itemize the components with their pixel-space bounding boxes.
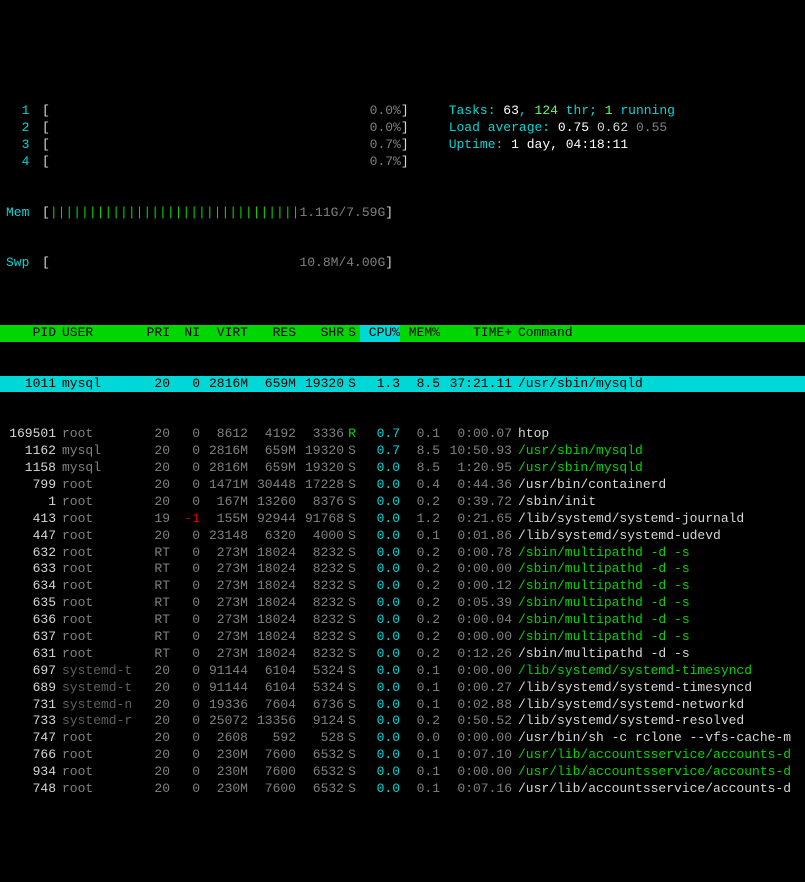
hdr-pid[interactable]: PID: [0, 325, 56, 342]
process-row[interactable]: 631rootRT0273M180248232S0.00.20:12.26/sb…: [0, 646, 805, 663]
info-line-0: Tasks: 63, 124 thr; 1 running: [449, 103, 675, 120]
selected-process-row[interactable]: 1011 mysql 20 0 2816M 659M 19320 S 1.3 8…: [0, 376, 805, 393]
hdr-ni[interactable]: NI: [170, 325, 200, 342]
process-list[interactable]: 169501root200861241923336R0.70.10:00.07h…: [0, 426, 805, 798]
process-row[interactable]: 635rootRT0273M180248232S0.00.20:05.39/sb…: [0, 595, 805, 612]
process-row[interactable]: 633rootRT0273M180248232S0.00.20:00.00/sb…: [0, 561, 805, 578]
process-row[interactable]: 637rootRT0273M180248232S0.00.20:00.00/sb…: [0, 629, 805, 646]
meters-panel: 1[ 0.0%]Tasks: 63, 124 thr; 1 running 2[…: [0, 68, 805, 292]
process-row[interactable]: 1root200167M132608376S0.00.20:39.72/sbin…: [0, 494, 805, 511]
mem-bars: ||||||||||||||||||||||||||||||||: [50, 205, 300, 222]
hdr-user[interactable]: USER: [56, 325, 136, 342]
cpu-3-label: 3: [6, 137, 42, 154]
process-row[interactable]: 636rootRT0273M180248232S0.00.20:00.04/sb…: [0, 612, 805, 629]
swp-used: 10.8M/4.00G: [299, 255, 385, 272]
process-row[interactable]: 1158mysql2002816M659M19320S0.08.51:20.95…: [0, 460, 805, 477]
mem-used: 1.11G/7.59G: [299, 205, 385, 222]
process-row[interactable]: 934root200230M76006532S0.00.10:00.00/usr…: [0, 764, 805, 781]
process-row[interactable]: 634rootRT0273M180248232S0.00.20:00.12/sb…: [0, 578, 805, 595]
hdr-cmd[interactable]: Command: [512, 325, 805, 342]
process-row[interactable]: 689systemd-t2009114461045324S0.00.10:00.…: [0, 680, 805, 697]
hdr-time[interactable]: TIME+: [440, 325, 512, 342]
cpu-4-pct: 0.7%: [370, 154, 401, 171]
column-headers[interactable]: PID USER PRI NI VIRT RES SHR S CPU% MEM%…: [0, 325, 805, 342]
cpu-4-label: 4: [6, 154, 42, 171]
process-row[interactable]: 731systemd-n2001933676046736S0.00.10:02.…: [0, 697, 805, 714]
process-row[interactable]: 748root200230M76006532S0.00.10:07.16/usr…: [0, 781, 805, 798]
process-row[interactable]: 1162mysql2002816M659M19320S0.78.510:50.9…: [0, 443, 805, 460]
info-line-2: Uptime: 1 day, 04:18:11: [449, 137, 628, 154]
process-row[interactable]: 799root2001471M3044817228S0.00.40:44.36/…: [0, 477, 805, 494]
info-line-1: Load average: 0.75 0.62 0.55: [449, 120, 668, 137]
process-row[interactable]: 632rootRT0273M180248232S0.00.20:00.78/sb…: [0, 545, 805, 562]
process-row[interactable]: 413root19-1155M9294491768S0.01.20:21.65/…: [0, 511, 805, 528]
process-row[interactable]: 447root2002314863204000S0.00.10:01.86/li…: [0, 528, 805, 545]
hdr-mem[interactable]: MEM%: [400, 325, 440, 342]
cpu-2-label: 2: [6, 120, 42, 137]
hdr-pri[interactable]: PRI: [136, 325, 170, 342]
process-row[interactable]: 747root2002608592528S0.00.00:00.00/usr/b…: [0, 730, 805, 747]
cpu-3-pct: 0.7%: [370, 137, 401, 154]
cpu-1-label: 1: [6, 103, 42, 120]
hdr-s[interactable]: S: [344, 325, 360, 342]
cpu-1-pct: 0.0%: [370, 103, 401, 120]
hdr-virt[interactable]: VIRT: [200, 325, 248, 342]
hdr-shr[interactable]: SHR: [296, 325, 344, 342]
process-row[interactable]: 169501root200861241923336R0.70.10:00.07h…: [0, 426, 805, 443]
hdr-res[interactable]: RES: [248, 325, 296, 342]
swp-label: Swp: [6, 255, 42, 272]
mem-label: Mem: [6, 205, 42, 222]
process-row[interactable]: 697systemd-t2009114461045324S0.00.10:00.…: [0, 663, 805, 680]
hdr-cpu[interactable]: CPU%: [360, 325, 400, 342]
process-row[interactable]: 766root200230M76006532S0.00.10:07.10/usr…: [0, 747, 805, 764]
cpu-2-pct: 0.0%: [370, 120, 401, 137]
process-row[interactable]: 733systemd-r20025072133569124S0.00.20:50…: [0, 713, 805, 730]
